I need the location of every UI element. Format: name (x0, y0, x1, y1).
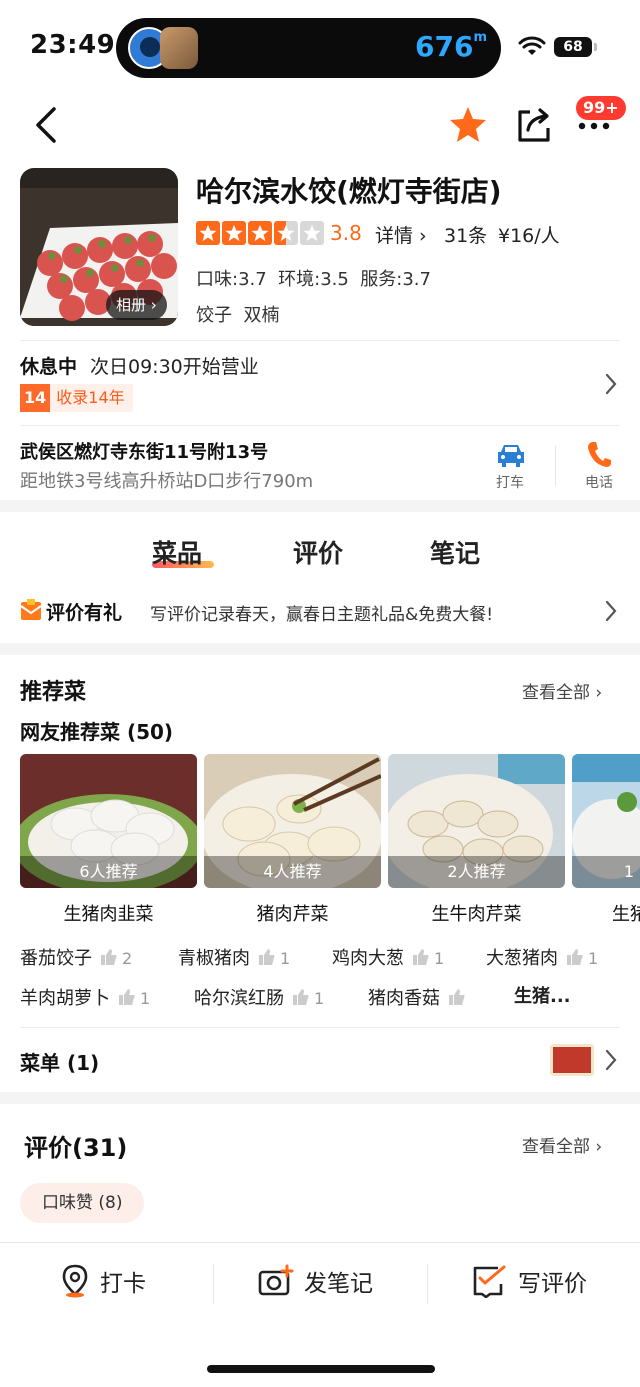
post-note-button[interactable]: 发笔记 (258, 1264, 373, 1298)
dish-tag[interactable]: 番茄饺子 2 (20, 944, 132, 970)
review-count: 31条 (444, 225, 488, 247)
dish-tag[interactable]: 羊肉胡萝卜 1 (20, 984, 150, 1010)
taxi-car-icon[interactable] (496, 442, 526, 468)
section-gap (0, 500, 640, 512)
years-listed-badge: 14 收录14年 (20, 384, 133, 412)
taxi-label: 打车 (496, 475, 524, 491)
section-gap (0, 643, 640, 655)
metro-distance: 距地铁3号线高升桥站D口步行790m (20, 471, 314, 492)
star-rating (196, 221, 324, 245)
dish-tag[interactable]: 鸡肉大葱 1 (332, 944, 444, 970)
recommend-count: 6人推荐 (20, 856, 197, 888)
see-all-dishes-link[interactable]: 查看全部 › (522, 678, 602, 703)
business-status: 休息中 (20, 356, 78, 378)
chevron-right-icon[interactable] (604, 372, 618, 396)
favorite-star-icon[interactable] (448, 104, 488, 144)
camera-plus-icon (258, 1264, 294, 1296)
dish-name: 生猪 (612, 904, 640, 925)
dish-tag[interactable]: 大葱猪肉 1 (486, 944, 598, 970)
star-icon (248, 221, 272, 245)
sub-scores: 口味:3.7 环境:3.5 服务:3.7 (196, 269, 431, 290)
food-thumbnail-icon (160, 27, 198, 69)
notification-badge: 99+ (576, 96, 626, 120)
rating-details-link[interactable]: 详情 › (375, 221, 427, 248)
section-title-recommended: 推荐菜 (20, 680, 87, 705)
see-all-reviews-link[interactable]: 查看全部 › (522, 1132, 602, 1157)
dish-card[interactable]: 4人推荐 (204, 754, 381, 888)
divider (20, 1027, 620, 1028)
promo-text[interactable]: 写评价记录春天，赢春日主题礼品&免费大餐! (150, 600, 493, 625)
dish-card[interactable]: 1 (572, 754, 640, 888)
recommend-count: 1 (572, 856, 640, 888)
thumbs-up-icon (293, 989, 309, 1005)
half-star-icon (274, 221, 298, 245)
tab-notes[interactable]: 笔记 (430, 534, 480, 570)
thumbs-up-icon (101, 949, 117, 965)
dish-tag[interactable]: 生猪... (514, 982, 571, 1008)
home-indicator[interactable] (207, 1365, 435, 1373)
phone-icon[interactable] (586, 440, 612, 468)
chevron-right-icon[interactable] (604, 599, 618, 623)
star-icon (222, 221, 246, 245)
dish-card[interactable]: 6人推荐 (20, 754, 197, 888)
thumbs-up-icon (119, 989, 135, 1005)
opening-time: 次日09:30开始营业 (90, 356, 259, 378)
shop-tags: 饺子 双楠 (196, 305, 280, 326)
dish-name: 猪肉芹菜 (256, 904, 329, 925)
chevron-right-icon[interactable] (604, 1048, 618, 1072)
section-gap (0, 1092, 640, 1104)
menu-title[interactable]: 菜单 (1) (20, 1047, 99, 1076)
star-icon (196, 221, 220, 245)
divider (20, 340, 620, 341)
divider (555, 446, 556, 486)
dish-card[interactable]: 2人推荐 (388, 754, 565, 888)
recommend-count: 2人推荐 (388, 856, 565, 888)
dish-tag[interactable]: 哈尔滨红肠 1 (194, 984, 324, 1010)
thumbs-up-icon (567, 949, 583, 965)
dish-tag[interactable]: 猪肉香菇 (368, 984, 470, 1010)
promo-title: 评价有礼 (46, 602, 123, 624)
shop-address[interactable]: 武侯区燃灯寺东街11号附13号 (20, 438, 268, 464)
shop-name: 哈尔滨水饺(燃灯寺街店) (196, 175, 502, 208)
tab-dishes[interactable]: 菜品 (152, 534, 202, 570)
divider (427, 1264, 428, 1304)
reviews-title: 评价(31) (24, 1134, 128, 1162)
recommend-count: 4人推荐 (204, 856, 381, 888)
dish-name: 生猪肉韭菜 (63, 904, 154, 925)
rating-score: 3.8 (330, 221, 362, 245)
empty-star-icon (300, 221, 324, 245)
edit-review-icon (473, 1265, 506, 1298)
dish-tag[interactable]: 青椒猪肉 1 (178, 944, 290, 970)
location-pin-icon (62, 1264, 88, 1298)
tab-reviews[interactable]: 评价 (293, 534, 343, 570)
phone-label: 电话 (585, 475, 613, 491)
review-tag-chip[interactable]: 口味赞 (8) (20, 1183, 145, 1223)
gift-envelope-icon (20, 599, 42, 620)
distance-readout: 676m (415, 30, 487, 63)
thumbs-up-icon (259, 949, 275, 965)
dish-name: 生牛肉芹菜 (431, 904, 522, 925)
back-arrow-icon[interactable] (32, 106, 58, 144)
battery-indicator: 68 (554, 37, 597, 57)
write-review-button[interactable]: 写评价 (472, 1264, 587, 1298)
thumbs-up-icon (449, 989, 465, 1005)
wifi-icon (518, 36, 546, 55)
price-per-person: ¥16/人 (498, 225, 560, 247)
menu-thumbnail[interactable] (550, 1044, 594, 1076)
user-recommended-title: 网友推荐菜 (50) (20, 720, 174, 744)
divider (213, 1264, 214, 1304)
share-icon[interactable] (514, 104, 554, 144)
status-time: 23:49 (30, 30, 116, 60)
dynamic-island[interactable]: 676m (116, 18, 501, 78)
thumbs-up-icon (413, 949, 429, 965)
album-button[interactable]: 相册 › (106, 290, 167, 320)
checkin-button[interactable]: 打卡 (60, 1264, 146, 1298)
divider (20, 425, 620, 426)
